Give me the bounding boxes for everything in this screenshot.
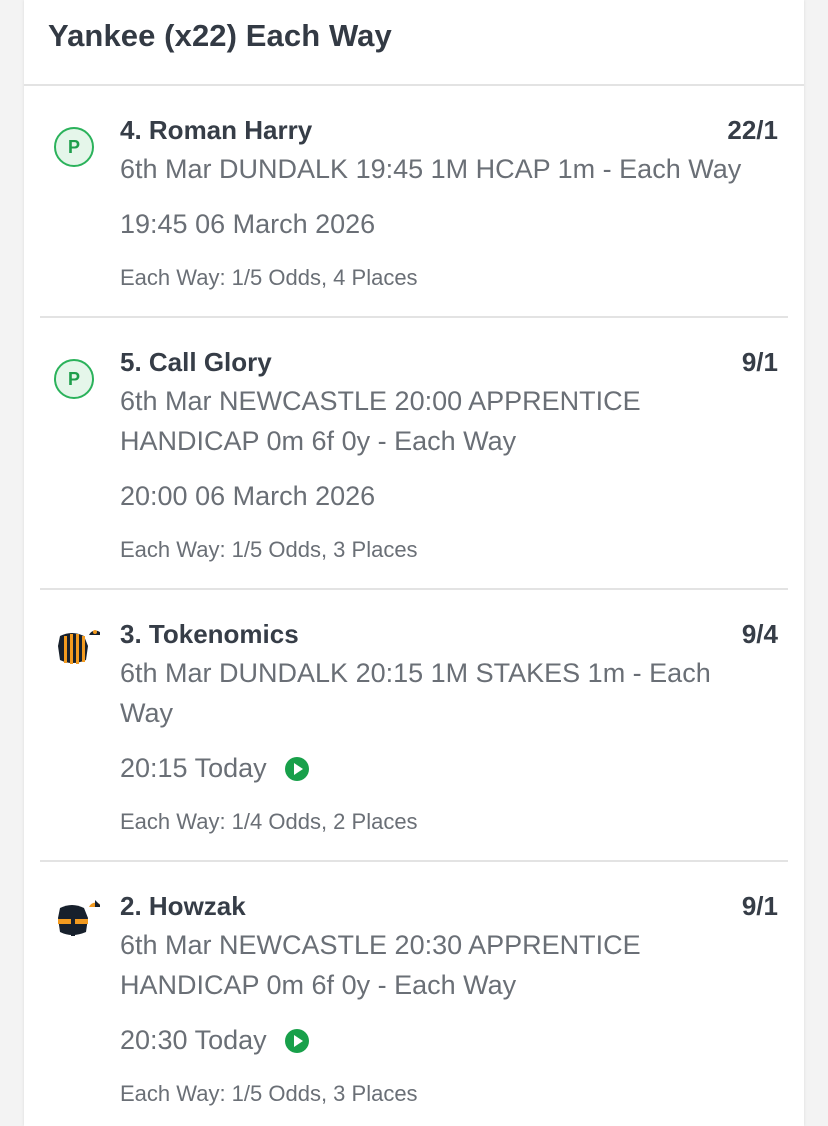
race-time: 19:45 06 March 2026 [120,209,375,240]
live-stream-play-icon[interactable] [284,756,309,781]
selection-row[interactable]: P 4. Roman Harry 22/1 6th Mar DUNDALK 19… [40,86,788,318]
each-way-terms: Each Way: 1/5 Odds, 3 Places [120,537,418,562]
odds-value: 9/1 [741,347,778,377]
each-way-terms: Each Way: 1/5 Odds, 3 Places [120,1081,418,1106]
runner-name: 3. Tokenomics [120,619,299,649]
jockey-silks-icon [58,630,100,664]
pending-badge-icon: P [54,127,94,167]
odds-value: 9/1 [741,891,778,921]
race-time: 20:15 Today [120,753,309,784]
each-way-terms: Each Way: 1/4 Odds, 2 Places [120,809,418,834]
race-time: 20:00 06 March 2026 [120,481,375,512]
pending-badge-icon: P [54,359,94,399]
bet-header: Yankee (x22) Each Way [24,0,804,86]
runner-name: 4. Roman Harry [120,115,313,145]
event-description: 6th Mar NEWCASTLE 20:00 APPRENTICE HANDI… [120,386,641,456]
race-time-text: 20:15 Today [120,753,267,783]
race-time: 20:30 Today [120,1025,309,1056]
event-description: 6th Mar NEWCASTLE 20:30 APPRENTICE HANDI… [120,930,641,1000]
bet-card: Yankee (x22) Each Way P 4. Roman Harry 2… [24,0,804,1126]
runner-name: 5. Call Glory [120,347,272,377]
selection-row[interactable]: P 5. Call Glory 9/1 6th Mar NEWCASTLE 20… [40,318,788,590]
event-description: 6th Mar DUNDALK 20:15 1M STAKES 1m - Eac… [120,658,711,728]
live-stream-play-icon[interactable] [284,1028,309,1053]
race-time-text: 20:00 06 March 2026 [120,481,376,511]
bet-title: Yankee (x22) Each Way [48,18,392,53]
event-description: 6th Mar DUNDALK 19:45 1M HCAP 1m - Each … [120,154,742,184]
odds-value: 22/1 [727,115,778,145]
race-time-text: 20:30 Today [120,1025,267,1055]
each-way-terms: Each Way: 1/5 Odds, 4 Places [120,265,418,290]
race-time-text: 19:45 06 March 2026 [120,209,376,239]
selection-row[interactable]: 3. Tokenomics 9/4 6th Mar DUNDALK 20:15 … [40,590,788,862]
runner-name: 2. Howzak [120,891,246,921]
odds-value: 9/4 [741,619,778,649]
selection-row[interactable]: 2. Howzak 9/1 6th Mar NEWCASTLE 20:30 AP… [40,862,788,1126]
jockey-silks-icon [58,900,100,936]
